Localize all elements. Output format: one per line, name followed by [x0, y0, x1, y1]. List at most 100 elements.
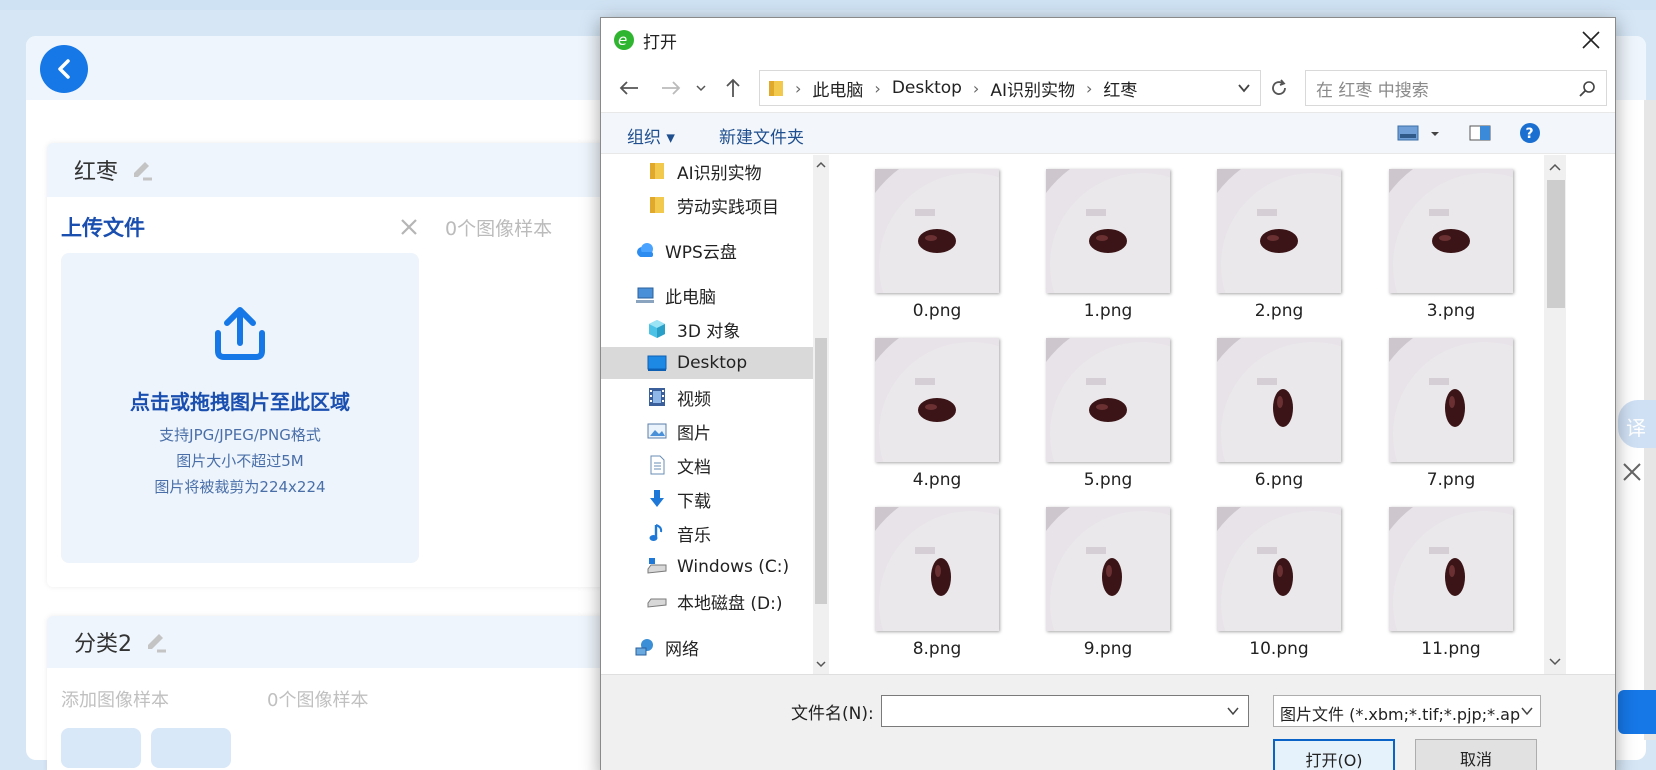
chevron-down-icon	[1520, 704, 1534, 718]
back-button[interactable]	[40, 45, 88, 93]
cloud-icon	[637, 243, 653, 257]
scroll-down-icon[interactable]	[1549, 658, 1561, 666]
refresh-button[interactable]	[1265, 70, 1293, 106]
nav-item-documents[interactable]: 文档	[647, 449, 813, 481]
dialog-title: 打开	[643, 32, 677, 53]
upload-dropzone[interactable]: 点击或拖拽图片至此区域 支持JPG/JPEG/PNG格式 图片大小不超过5M 图…	[61, 253, 419, 563]
upload-button[interactable]	[151, 728, 231, 768]
chevron-down-icon	[696, 85, 706, 92]
close-icon[interactable]	[397, 215, 421, 239]
organize-menu[interactable]: 组织 ▾	[627, 123, 675, 148]
file-name: 5.png	[1083, 470, 1133, 490]
nav-item-pictures[interactable]: 图片	[647, 415, 813, 447]
nav-item-labor-folder[interactable]: 劳动实践项目	[647, 189, 813, 221]
file-item[interactable]: 8.png	[871, 493, 1001, 665]
category-header: 分类2	[47, 616, 667, 668]
file-name: 11.png	[1421, 639, 1481, 659]
nav-item-label: 下载	[677, 491, 711, 512]
image-thumbnail	[1389, 507, 1513, 631]
file-name: 2.png	[1254, 301, 1304, 321]
webcam-button[interactable]	[61, 728, 141, 768]
nav-item-drive-c[interactable]: Windows (C:)	[647, 551, 813, 583]
nav-item-downloads[interactable]: 下载	[647, 483, 813, 515]
scroll-down-icon[interactable]	[816, 660, 826, 668]
nav-item-wps-cloud[interactable]: WPS云盘	[635, 234, 813, 266]
cancel-button[interactable]: 取消	[1415, 739, 1537, 770]
file-name: 9.png	[1083, 639, 1133, 659]
nav-item-videos[interactable]: 视频	[647, 381, 813, 413]
scroll-up-icon[interactable]	[816, 161, 826, 169]
nav-item-this-pc[interactable]: 此电脑	[635, 279, 813, 311]
address-bar[interactable]: › 此电脑 › Desktop › AI识别实物 › 红枣	[759, 70, 1261, 106]
file-item[interactable]: 2.png	[1213, 155, 1343, 327]
breadcrumb-separator: ›	[874, 78, 881, 98]
image-thumbnail	[1389, 338, 1513, 462]
upload-row: 上传文件 0个图像样本	[47, 197, 667, 257]
back-button[interactable]	[615, 74, 643, 102]
file-item[interactable]: 5.png	[1042, 324, 1172, 496]
file-scrollbar-thumb[interactable]	[1547, 180, 1565, 308]
category-title: 分类2	[74, 632, 132, 657]
open-button[interactable]: 打开(O)	[1273, 739, 1395, 770]
view-mode-icon[interactable]	[1397, 122, 1441, 144]
search-input[interactable]: 在 红枣 中搜索	[1305, 70, 1607, 106]
image-thumbnail	[875, 338, 999, 462]
computer-icon	[636, 287, 654, 303]
breadcrumb-item[interactable]: 此电脑	[812, 76, 863, 101]
new-folder-button[interactable]: 新建文件夹	[719, 123, 804, 148]
file-item[interactable]: 9.png	[1042, 493, 1172, 665]
download-icon	[650, 490, 664, 507]
edit-icon[interactable]	[144, 629, 170, 655]
filetype-select[interactable]: 图片文件 (*.xbm;*.tif;*.pjp;*.ap	[1273, 695, 1541, 727]
file-item[interactable]: 6.png	[1213, 324, 1343, 496]
nav-item-desktop[interactable]: Desktop	[601, 347, 813, 379]
image-thumbnail	[1046, 507, 1170, 631]
breadcrumb-item[interactable]: 红枣	[1103, 76, 1137, 101]
translate-tab[interactable]: 译	[1618, 400, 1656, 448]
chevron-left-icon	[58, 59, 70, 79]
breadcrumb-item[interactable]: Desktop	[892, 78, 962, 98]
help-icon[interactable]: ?	[1519, 122, 1541, 144]
file-item[interactable]: 11.png	[1385, 493, 1515, 665]
up-button[interactable]	[719, 74, 747, 102]
dropzone-hint-crop: 图片将被裁剪为224x224	[154, 478, 326, 496]
file-item[interactable]: 0.png	[871, 155, 1001, 327]
nav-item-drive-d[interactable]: 本地磁盘 (D:)	[647, 585, 813, 617]
file-name: 7.png	[1426, 470, 1476, 490]
scroll-up-icon[interactable]	[1549, 163, 1561, 171]
chevron-down-icon[interactable]	[1236, 80, 1252, 96]
breadcrumb-separator: ›	[972, 78, 980, 98]
edit-icon[interactable]	[130, 157, 156, 183]
close-icon[interactable]	[1579, 28, 1603, 52]
breadcrumb-item[interactable]: AI识别实物	[990, 76, 1075, 101]
file-item[interactable]: 1.png	[1042, 155, 1172, 327]
chevron-down-icon[interactable]	[1226, 704, 1240, 718]
side-action-button[interactable]	[1618, 690, 1656, 734]
file-item[interactable]: 7.png	[1385, 324, 1515, 496]
image-thumbnail	[1389, 169, 1513, 293]
app-top-strip	[0, 0, 1656, 10]
nav-item-network[interactable]: 网络	[635, 631, 813, 663]
close-icon[interactable]	[1618, 458, 1646, 486]
filename-input[interactable]	[881, 695, 1249, 727]
preview-pane-icon[interactable]	[1469, 122, 1491, 144]
recent-locations-button[interactable]	[687, 74, 715, 102]
file-list: 0.png 1.png 2.png 3.png 4.png 5.png 6.png 7.png…	[841, 155, 1559, 674]
file-item[interactable]: 4.png	[871, 324, 1001, 496]
nav-item-label: WPS云盘	[665, 242, 737, 263]
forward-button[interactable]	[657, 74, 685, 102]
cube-icon	[649, 320, 665, 338]
nav-scrollbar-thumb[interactable]	[815, 338, 827, 604]
file-item[interactable]: 10.png	[1213, 493, 1343, 665]
drive-icon	[647, 598, 667, 608]
category-card: 红枣 上传文件 0个图像样本 点击或拖拽图片至此区域 支持JPG/JPEG/PN…	[47, 143, 667, 587]
nav-item-label: 文档	[677, 457, 711, 478]
file-item[interactable]: 3.png	[1385, 155, 1515, 327]
nav-item-ai-folder[interactable]: AI识别实物	[647, 155, 813, 187]
nav-item-music[interactable]: 音乐	[647, 517, 813, 549]
nav-item-3d-objects[interactable]: 3D 对象	[647, 313, 813, 345]
dropzone-title: 点击或拖拽图片至此区域	[130, 390, 350, 414]
nav-item-label: 网络	[665, 639, 699, 660]
picture-icon	[647, 423, 667, 439]
nav-item-label: Windows (C:)	[677, 557, 790, 577]
